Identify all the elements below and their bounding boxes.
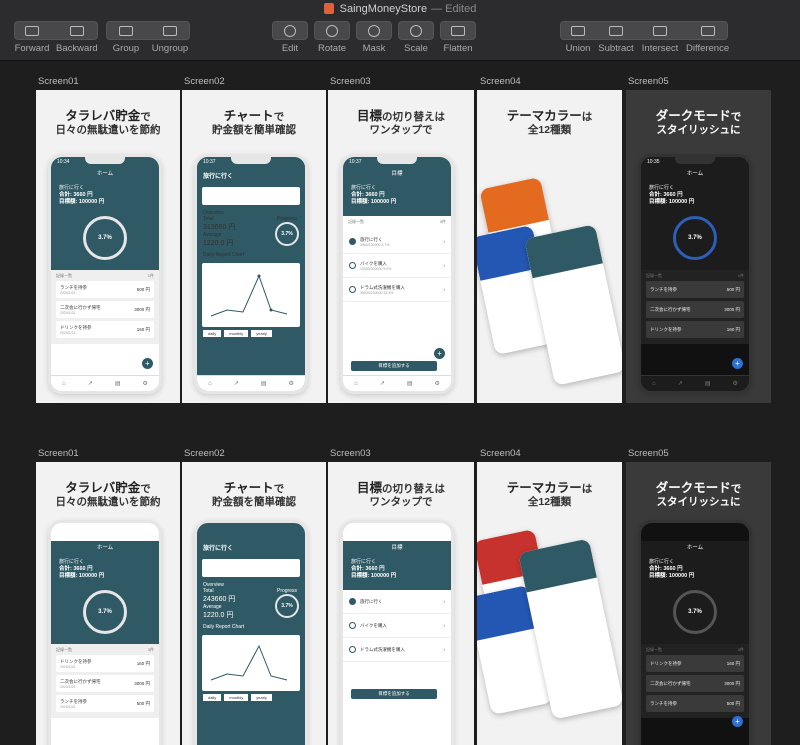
- monthly-button[interactable]: monthly: [224, 330, 249, 337]
- artboard-label-screen01[interactable]: Screen01: [38, 76, 79, 87]
- daily-chart: [202, 263, 300, 327]
- artboard-screen04-alt[interactable]: テーマカラーは 全12種類: [477, 462, 622, 745]
- check-icon: [349, 262, 356, 269]
- headline: 目標の切り替えは ワンタップで: [356, 109, 445, 137]
- union-icon: [571, 25, 585, 36]
- subtract-icon: [609, 25, 623, 36]
- add-goal-button[interactable]: 目標を追加する: [351, 361, 437, 371]
- artboard-screen05-alt[interactable]: ダークモードで スタイリッシュに ホーム 旅行に行く 合計: 3660 円目標額: …: [626, 462, 771, 745]
- rotate-button[interactable]: Rotate: [314, 21, 350, 54]
- backward-button[interactable]: Backward: [56, 21, 98, 54]
- artboard-screen05[interactable]: ダークモードで スタイリッシュに 10:35 ホーム 旅行に行く 合計: 3660 …: [626, 90, 771, 403]
- goal-row[interactable]: 旅行に行く 3660/100000 3.7% ›: [343, 230, 451, 254]
- goal-row[interactable]: バイクを購入 10000/200000 5.0% ›: [343, 254, 451, 278]
- artboard-screen04[interactable]: テーマカラーは 全12種類: [477, 90, 622, 403]
- memo-card: [202, 187, 300, 205]
- group-icon: [119, 25, 133, 36]
- artboard-label-screen02[interactable]: Screen02: [184, 76, 225, 87]
- phone-mockup: 旅行に行く Overview Total 243660 円 Average 1220…: [194, 520, 308, 745]
- edit-icon: [284, 24, 296, 37]
- artboard-screen02-alt[interactable]: チャートで 貯金額を簡単確認 旅行に行く Overview Total 243660…: [182, 462, 326, 745]
- ungroup-button[interactable]: Ungroup: [150, 21, 190, 54]
- phone-mockup: ホーム 旅行に行く 合計: 3660 円目標額: 100000 円 3.7% 記録…: [638, 520, 752, 745]
- artboard-label-screen04-alt[interactable]: Screen04: [480, 448, 521, 459]
- scale-icon: [410, 24, 422, 37]
- mask-icon: [368, 24, 380, 37]
- phone-mockup: 目標 旅行に行く 合計: 3660 円目標額: 100000 円 旅行に行く › バ…: [340, 520, 454, 745]
- flatten-icon: [451, 25, 465, 36]
- phone-mockup: 10:35 ホーム 旅行に行く 合計: 3660 円目標額: 100000 円 3…: [638, 154, 752, 394]
- difference-button[interactable]: Difference: [686, 21, 729, 54]
- artboard-screen01[interactable]: タラレバ貯金で 日々の無駄遣いを節約 10:34 ホーム 旅行に行く 合計: 36…: [36, 90, 180, 403]
- theme-preview-teal: [524, 224, 622, 386]
- progress-ring: 3.7%: [83, 216, 127, 260]
- home-tab-icon[interactable]: ⌂: [62, 381, 66, 387]
- chart-tab-icon[interactable]: ↗: [88, 380, 93, 387]
- headline: テーマカラーは 全12種類: [506, 109, 593, 137]
- artboard-screen01-alt[interactable]: タラレバ貯金で 日々の無駄遣いを節約 ホーム 旅行に行く 合計: 3660 円目標額…: [36, 462, 180, 745]
- line-chart: [210, 274, 288, 317]
- overview-section: Overview Total 313660 円 Average 1220.0 円 P…: [197, 208, 305, 260]
- nav-title: ホーム: [51, 167, 159, 181]
- forward-icon: [25, 25, 39, 36]
- list-item[interactable]: ドリンクを持参 2020/1/21 160 円: [56, 321, 154, 338]
- artboard-label-screen04[interactable]: Screen04: [480, 76, 521, 87]
- artboard-screen02[interactable]: チャートで 貯金額を簡単確認 10:37 旅行に行く Overview Total…: [182, 90, 326, 403]
- intersect-icon: [653, 25, 667, 36]
- subtract-button[interactable]: Subtract: [596, 21, 636, 54]
- phone-mockup: 10:34 ホーム 旅行に行く 合計: 3660 円 目標額: 100000 円…: [48, 154, 162, 394]
- add-fab-button[interactable]: +: [732, 358, 743, 369]
- window-titlebar: SaingMoneyStore — Edited: [0, 0, 800, 17]
- goal-summary: 旅行に行く 合計: 3660 円 目標額: 100000 円: [59, 185, 105, 205]
- list-item[interactable]: 二次会に行かず帰宅 2020/1/21 3000 円: [56, 301, 154, 318]
- window-title: SaingMoneyStore: [339, 2, 428, 15]
- yearly-button[interactable]: yearly: [251, 330, 272, 337]
- phone-mockup: 10:37 旅行に行く Overview Total 313660 円 Avera…: [194, 154, 308, 394]
- phone-mockup: 10:37 目標 旅行に行く 合計: 3660 円目標額: 100000 円 記録…: [340, 154, 454, 394]
- intersect-button[interactable]: Intersect: [640, 21, 680, 54]
- document-icon: [323, 3, 334, 14]
- add-fab-button[interactable]: +: [434, 348, 445, 359]
- canvas[interactable]: Screen01 タラレバ貯金で 日々の無駄遣いを節約 10:34 ホーム 旅行に…: [0, 62, 800, 745]
- goal-tab-icon[interactable]: ▤: [115, 380, 121, 387]
- record-list: 記録一覧 1件 ランチを持参 2020/1/21 500 円 二次会に行かず帰宅 202…: [51, 270, 159, 344]
- mask-button[interactable]: Mask: [356, 21, 392, 54]
- artboard-label-screen05-alt[interactable]: Screen05: [628, 448, 669, 459]
- artboard-label-screen05[interactable]: Screen05: [628, 76, 669, 87]
- artboard-screen03-alt[interactable]: 目標の切り替えは ワンタップで 目標 旅行に行く 合計: 3660 円目標額: 10…: [328, 462, 474, 745]
- check-icon: [349, 286, 356, 293]
- rotate-icon: [326, 24, 338, 37]
- edit-button[interactable]: Edit: [272, 21, 308, 54]
- check-icon: [349, 238, 356, 245]
- headline: チャートで 貯金額を簡単確認: [212, 109, 296, 137]
- settings-tab-icon[interactable]: ⚙: [143, 380, 148, 387]
- difference-icon: [700, 25, 715, 36]
- flatten-button[interactable]: Flatten: [440, 21, 476, 54]
- ungroup-icon: [163, 25, 177, 36]
- list-item[interactable]: ランチを持参 2020/1/21 500 円: [56, 281, 154, 298]
- forward-button[interactable]: Forward: [12, 21, 52, 54]
- phone-mockup: ホーム 旅行に行く 合計: 3660 円目標額: 100000 円 3.7% 記録…: [48, 520, 162, 745]
- backward-icon: [69, 25, 84, 36]
- edited-status: — Edited: [431, 2, 477, 15]
- headline: ダークモードで スタイリッシュに: [655, 109, 742, 137]
- add-fab-button[interactable]: +: [142, 358, 153, 369]
- union-button[interactable]: Union: [558, 21, 598, 54]
- tab-bar: ⌂ ↗ ▤ ⚙: [51, 375, 159, 391]
- headline: タラレバ貯金で 日々の無駄遣いを節約: [55, 109, 161, 137]
- toolbar: Forward Backward Group Ungroup Edit Rota…: [0, 17, 800, 61]
- artboard-label-screen02-alt[interactable]: Screen02: [184, 448, 225, 459]
- scale-button[interactable]: Scale: [398, 21, 434, 54]
- goal-row[interactable]: ドラム式洗濯機を購入 35000/150000 23.3% ›: [343, 278, 451, 302]
- group-button[interactable]: Group: [106, 21, 146, 54]
- artboard-label-screen03-alt[interactable]: Screen03: [330, 448, 371, 459]
- daily-button[interactable]: daily: [203, 330, 222, 337]
- artboard-label-screen03[interactable]: Screen03: [330, 76, 371, 87]
- artboard-label-screen01-alt[interactable]: Screen01: [38, 448, 79, 459]
- artboard-screen03[interactable]: 目標の切り替えは ワンタップで 10:37 目標 旅行に行く 合計: 3660 円目…: [328, 90, 474, 403]
